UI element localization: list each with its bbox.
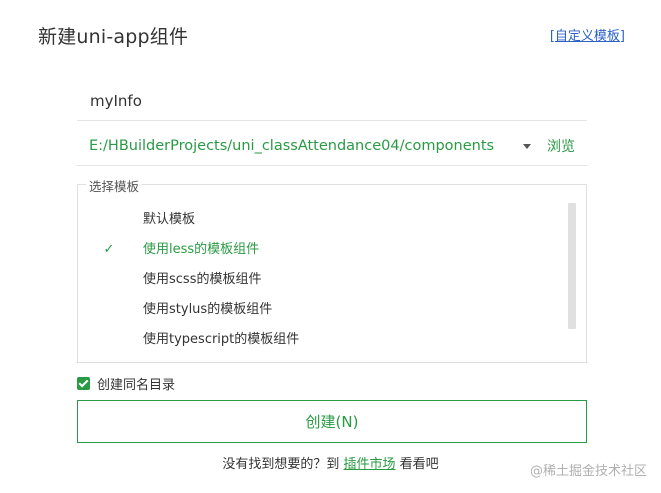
watermark: @稀土掘金技术社区 xyxy=(529,464,647,479)
template-item-label: 使用less的模板组件 xyxy=(143,242,260,257)
component-path-input[interactable]: E:/HBuilderProjects/uni_classAttendance0… xyxy=(77,138,517,154)
template-group-legend: 选择模板 xyxy=(86,176,143,195)
create-dir-checkbox-row[interactable]: 创建同名目录 xyxy=(77,374,176,393)
footer-prefix: 没有找到想要的？到 xyxy=(222,457,344,472)
template-item-less[interactable]: ✓ 使用less的模板组件 xyxy=(78,235,568,265)
template-list-scrollbar[interactable] xyxy=(568,203,576,329)
template-item-label: 使用scss的模板组件 xyxy=(143,272,262,287)
template-item-stylus[interactable]: 使用stylus的模板组件 xyxy=(78,295,568,325)
dialog-title: 新建uni-app组件 xyxy=(38,26,189,48)
check-icon: ✓ xyxy=(103,242,115,257)
create-dir-checkbox[interactable] xyxy=(77,376,90,390)
template-item-scss[interactable]: 使用scss的模板组件 xyxy=(78,265,568,295)
component-name-row xyxy=(77,84,587,121)
custom-template-link-wrapper: [自定义模板] xyxy=(550,25,625,44)
template-item-typescript[interactable]: 使用typescript的模板组件 xyxy=(78,325,568,355)
template-group: 选择模板 默认模板 ✓ 使用less的模板组件 使用scss的模板组件 使用st… xyxy=(77,176,587,363)
template-item-default[interactable]: 默认模板 xyxy=(78,205,568,235)
component-path-row: E:/HBuilderProjects/uni_classAttendance0… xyxy=(77,126,587,166)
create-button[interactable]: 创建(N) xyxy=(77,400,587,443)
footer-suffix: 看看吧 xyxy=(395,457,439,472)
create-dir-label: 创建同名目录 xyxy=(97,377,176,393)
custom-template-link[interactable]: 自定义模板 xyxy=(555,29,620,44)
plugin-market-link[interactable]: 插件市场 xyxy=(343,457,395,472)
template-list: 默认模板 ✓ 使用less的模板组件 使用scss的模板组件 使用stylus的… xyxy=(78,205,568,355)
component-name-input[interactable] xyxy=(77,84,570,118)
template-item-label: 默认模板 xyxy=(143,212,196,227)
path-dropdown-caret-icon[interactable] xyxy=(523,144,531,149)
close-bracket: ] xyxy=(619,29,625,44)
browse-button[interactable]: 浏览 xyxy=(547,136,575,156)
new-component-dialog: 新建uni-app组件 [自定义模板] E:/HBuilderProjects/… xyxy=(0,0,661,493)
template-item-label: 使用typescript的模板组件 xyxy=(143,332,300,347)
template-item-label: 使用stylus的模板组件 xyxy=(143,302,273,317)
